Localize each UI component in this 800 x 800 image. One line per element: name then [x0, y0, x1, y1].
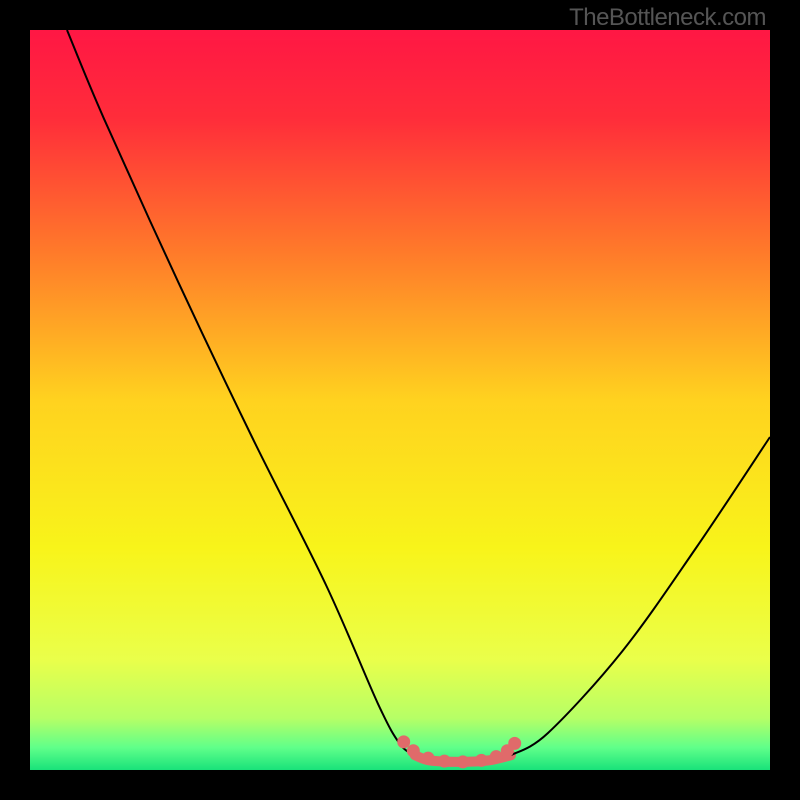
watermark-text: TheBottleneck.com	[569, 4, 766, 32]
marker-dot	[407, 744, 420, 757]
marker-dot	[397, 735, 410, 748]
marker-dot	[490, 750, 503, 763]
marker-dot	[456, 755, 469, 768]
series-left-curve	[67, 30, 415, 755]
plot-area	[30, 30, 770, 770]
series-right-curve	[511, 437, 770, 755]
marker-dot	[508, 737, 521, 750]
chart-frame: TheBottleneck.com	[0, 0, 800, 800]
marker-dot	[422, 752, 435, 765]
marker-dot	[475, 754, 488, 767]
marker-dot	[438, 755, 451, 768]
curve-layer	[30, 30, 770, 770]
